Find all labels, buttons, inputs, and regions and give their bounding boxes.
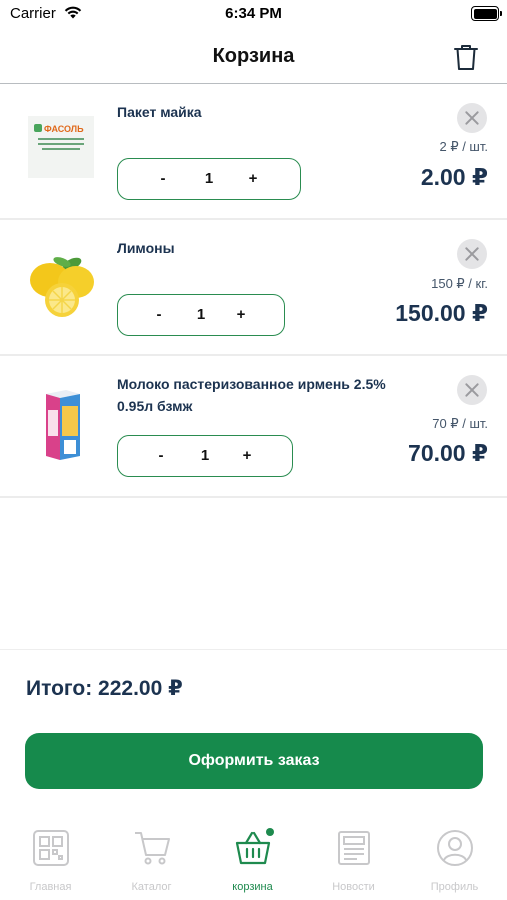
decrease-quantity-button[interactable]: - xyxy=(148,295,170,334)
tab-cart[interactable]: корзина xyxy=(202,815,303,900)
increase-quantity-button[interactable]: + xyxy=(230,295,252,334)
tab-bar: Главная Каталог корзина Новости Профиль xyxy=(0,815,507,900)
order-total: Итого: 222.00 ₽ xyxy=(26,677,183,700)
tab-label: Новости xyxy=(332,881,375,893)
profile-icon xyxy=(437,830,473,866)
qr-code-icon xyxy=(33,830,69,866)
quantity-value: 1 xyxy=(204,170,214,187)
product-image-milk xyxy=(46,390,80,460)
tab-label: корзина xyxy=(232,881,273,893)
unit-price: 150 ₽ / кг. xyxy=(431,276,488,291)
status-time: 6:34 PM xyxy=(225,5,282,22)
decrease-quantity-button[interactable]: - xyxy=(150,436,172,475)
item-total-price: 70.00 ₽ xyxy=(408,440,488,466)
tab-label: Профиль xyxy=(430,881,479,893)
product-name: Пакет майка xyxy=(117,104,202,120)
tab-label: Главная xyxy=(29,881,72,893)
product-name: Лимоны xyxy=(117,240,175,256)
tab-catalog[interactable]: Каталог xyxy=(101,815,202,900)
quantity-stepper: - 1 + xyxy=(117,435,293,477)
product-image-bag: ФАСОЛЬ xyxy=(28,116,94,178)
status-bar: Carrier 6:34 PM xyxy=(0,0,507,30)
product-name: Молоко пастеризованное ирмень 2.5% 0.95л… xyxy=(117,376,386,414)
shopping-cart-icon xyxy=(135,832,170,865)
page-title: Корзина xyxy=(212,45,295,67)
tab-news[interactable]: Новости xyxy=(303,815,404,900)
increase-quantity-button[interactable]: + xyxy=(242,159,264,198)
product-image-lemons xyxy=(30,257,94,317)
cart-badge-dot xyxy=(266,828,274,836)
quantity-stepper: - 1 + xyxy=(117,158,301,200)
quantity-stepper: - 1 + xyxy=(117,294,285,336)
tab-label: Каталог xyxy=(131,881,172,893)
unit-price: 70 ₽ / шт. xyxy=(432,416,488,431)
battery-icon xyxy=(471,6,502,21)
decrease-quantity-button[interactable]: - xyxy=(152,159,174,198)
cart-item: ФАСОЛЬ Пакет майка 2 ₽ / шт. 2.00 ₽ - 1 … xyxy=(0,84,507,220)
svg-text:ФАСОЛЬ: ФАСОЛЬ xyxy=(44,124,84,134)
nav-bar: Корзина xyxy=(0,30,507,84)
remove-item-button[interactable] xyxy=(457,375,487,405)
unit-price: 2 ₽ / шт. xyxy=(439,139,488,154)
cart-item: Молоко пастеризованное ирмень 2.5% 0.95л… xyxy=(0,356,507,498)
checkout-button[interactable]: Оформить заказ xyxy=(25,733,483,789)
tab-profile[interactable]: Профиль xyxy=(404,815,505,900)
quantity-value: 1 xyxy=(196,306,206,323)
item-total-price: 2.00 ₽ xyxy=(420,164,488,190)
remove-item-button[interactable] xyxy=(457,103,487,133)
remove-item-button[interactable] xyxy=(457,239,487,269)
newspaper-icon xyxy=(338,831,370,865)
increase-quantity-button[interactable]: + xyxy=(236,436,258,475)
item-total-price: 150.00 ₽ xyxy=(395,300,488,326)
cart-item: Лимоны 150 ₽ / кг. 150.00 ₽ - 1 + xyxy=(0,220,507,356)
trash-icon[interactable] xyxy=(453,43,479,71)
summary-divider xyxy=(0,649,507,650)
quantity-value: 1 xyxy=(200,447,210,464)
tab-home[interactable]: Главная xyxy=(0,815,101,900)
